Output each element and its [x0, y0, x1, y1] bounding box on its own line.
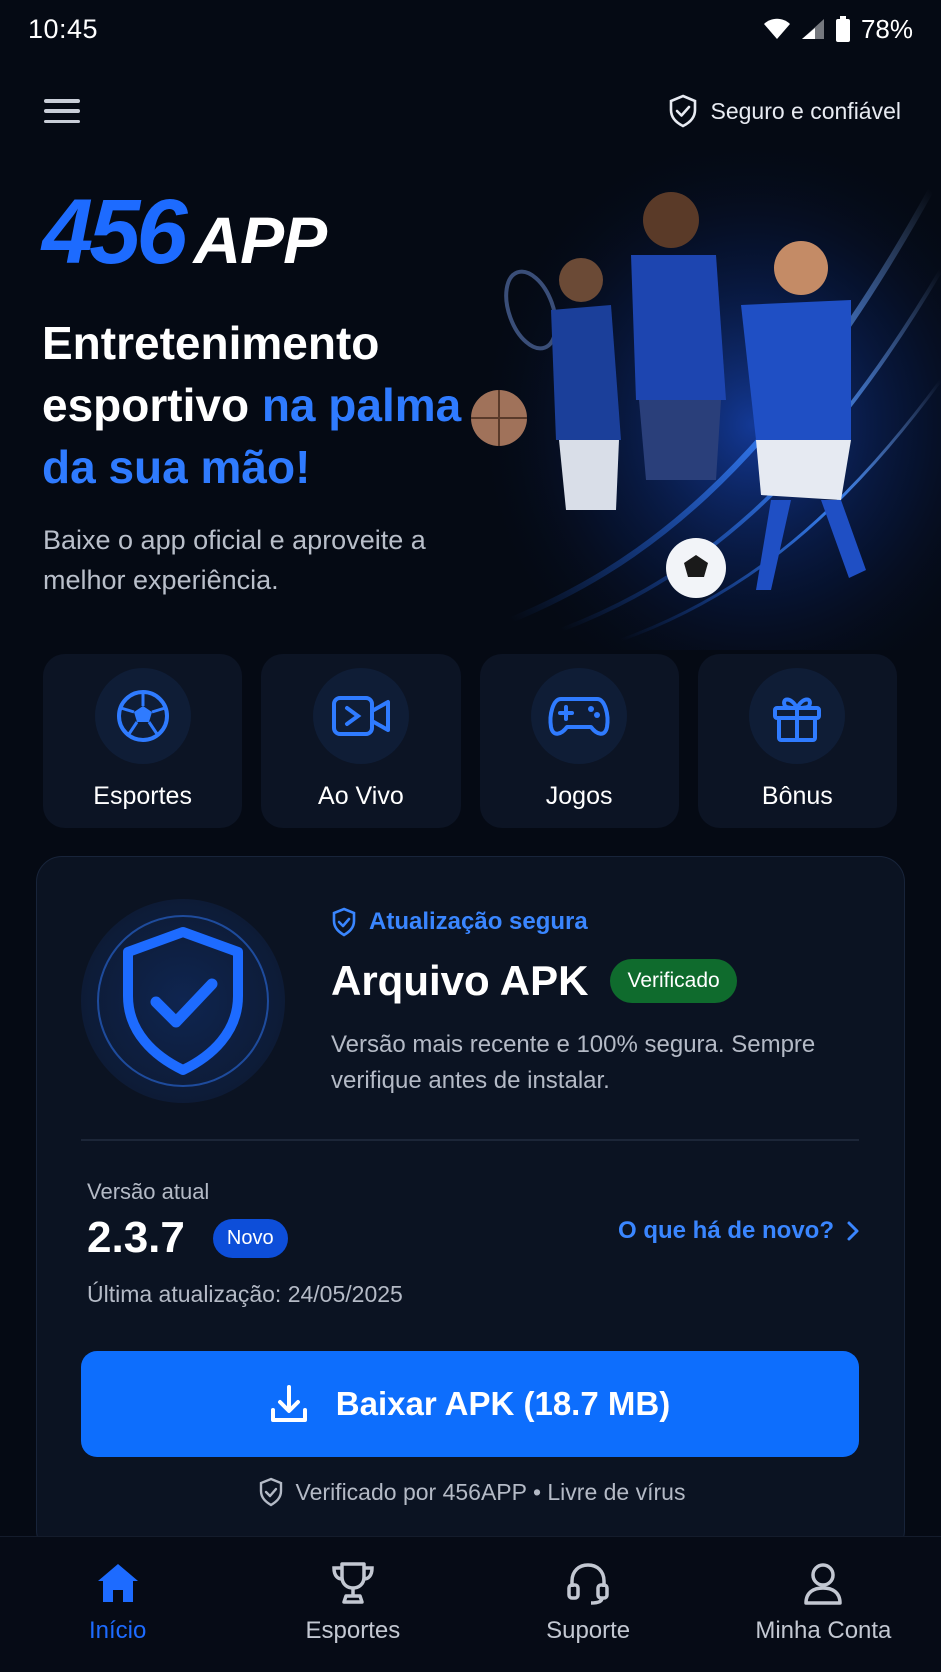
nav-label: Esportes [305, 1617, 401, 1644]
shield-check-icon [332, 907, 356, 937]
battery-icon [835, 16, 850, 42]
status-bar: 10:45 78% [0, 0, 941, 58]
status-time: 10:45 [28, 13, 99, 44]
secure-update-label: Atualização segura [331, 907, 588, 937]
shield-check-icon [670, 94, 697, 128]
chevron-right-icon [847, 1221, 859, 1241]
whats-new-text: O que há de novo? [617, 1217, 834, 1244]
download-label: Baixar APK (18.7 MB) [335, 1385, 671, 1422]
nav-label: Minha Conta [755, 1617, 892, 1644]
verified-by: Verificado por 456APP • Livre de vírus [37, 1477, 906, 1507]
wifi-icon [763, 18, 790, 39]
hero-subtitle: Baixe o app oficial e aproveite a melhor… [43, 525, 426, 595]
nav-label: Suporte [546, 1617, 631, 1644]
menu-button[interactable] [42, 94, 82, 128]
nav-label: Início [88, 1617, 147, 1644]
soccer-ball-icon [94, 668, 191, 764]
headline-accent-1: na palma [261, 379, 462, 431]
hero-headline: Entretenimento esportivo na palma da sua… [42, 312, 512, 498]
live-video-icon [312, 668, 409, 764]
status-icons: 78% [763, 14, 913, 45]
bottom-nav: Início Esportes Suporte Minha Conta [0, 1536, 941, 1672]
divider [81, 1139, 859, 1141]
version-value: 2.3.7 [87, 1213, 185, 1262]
secure-update-text: Atualização segura [369, 908, 588, 935]
gift-icon [749, 668, 846, 764]
quick-action-ao-vivo[interactable]: Ao Vivo [261, 654, 461, 828]
secure-tag: Seguro e confiável [668, 94, 901, 128]
logo-suffix: APP [193, 203, 328, 277]
verified-by-text: Verificado por 456APP • Livre de vírus [295, 1478, 686, 1505]
quick-action-label: Jogos [545, 782, 613, 810]
logo-number: 456 [42, 181, 187, 283]
quick-action-label: Esportes [93, 782, 192, 810]
apk-card: Atualização segura Arquivo APK Verificad… [36, 856, 905, 1556]
hamburger-icon-line [44, 119, 80, 123]
download-apk-button[interactable]: Baixar APK (18.7 MB) [81, 1351, 859, 1457]
download-icon [270, 1385, 307, 1422]
verified-badge: Verificado [610, 959, 737, 1003]
shield-check-icon [81, 899, 285, 1103]
apk-description: Versão mais recente e 100% segura. Sempr… [331, 1031, 816, 1094]
secure-label: Seguro e confiável [710, 97, 901, 124]
nav-item-suporte[interactable]: Suporte [471, 1537, 706, 1672]
apk-title-row: Arquivo APK Verificado [331, 957, 737, 1005]
app-logo: 456 APP [42, 180, 328, 285]
signal-icon [801, 19, 824, 39]
hero-athletes-image [471, 150, 941, 650]
quick-action-label: Bônus [761, 782, 833, 810]
version-label: Versão atual [87, 1179, 210, 1204]
apk-title: Arquivo APK [331, 957, 589, 1004]
shield-check-icon [259, 1477, 282, 1507]
headline-accent-2: da sua mão! [42, 441, 311, 493]
hamburger-icon-line [44, 99, 80, 103]
whats-new-link[interactable]: O que há de novo? [618, 1217, 860, 1245]
new-badge: Novo [212, 1218, 288, 1258]
nav-item-esportes[interactable]: Esportes [235, 1537, 470, 1672]
quick-action-esportes[interactable]: Esportes [43, 654, 243, 828]
quick-action-bonus[interactable]: Bônus [697, 654, 897, 828]
user-icon [804, 1563, 843, 1605]
quick-action-jogos[interactable]: Jogos [479, 654, 679, 828]
gamepad-icon [531, 668, 628, 764]
quick-actions: Esportes Ao Vivo Jogos Bônus [43, 654, 897, 828]
battery-percent: 78% [860, 13, 913, 44]
last-update: Última atualização: 24/05/2025 [87, 1281, 403, 1307]
nav-item-minha-conta[interactable]: Minha Conta [706, 1537, 941, 1672]
hamburger-icon-line [44, 109, 80, 113]
top-bar: Seguro e confiável [0, 80, 941, 142]
trophy-icon [332, 1562, 374, 1604]
headset-icon [567, 1563, 609, 1605]
home-icon [97, 1564, 138, 1602]
quick-action-label: Ao Vivo [318, 782, 404, 810]
version-row: 2.3.7 Novo [87, 1213, 288, 1263]
nav-item-inicio[interactable]: Início [0, 1537, 235, 1672]
